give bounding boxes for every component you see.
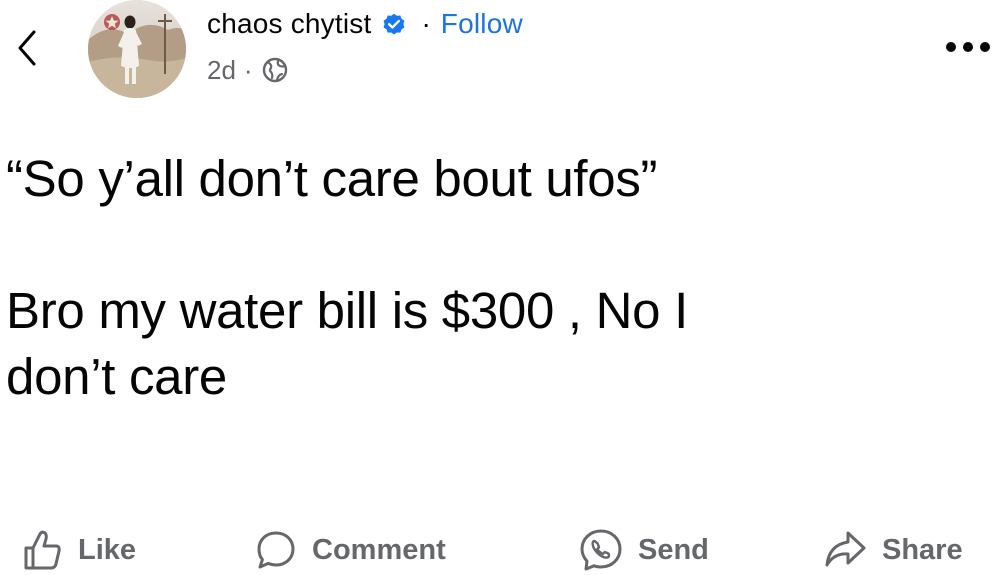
- follow-button[interactable]: Follow: [441, 8, 523, 40]
- avatar[interactable]: [88, 0, 186, 98]
- post-text-line: “So y’all don’t care bout ufos”: [6, 150, 658, 207]
- author-name[interactable]: chaos chytist: [207, 8, 371, 40]
- more-horizontal-icon-dot: [963, 42, 973, 52]
- post-meta: 2d ·: [207, 52, 289, 88]
- comment-label: Comment: [312, 533, 446, 566]
- post-view: chaos chytist · Follow 2d · “So y’all do…: [0, 0, 996, 575]
- post-text-gap: [6, 212, 986, 278]
- more-horizontal-icon-dot: [946, 42, 956, 52]
- post-text-line: don’t care: [6, 348, 227, 405]
- post-timestamp[interactable]: 2d: [207, 55, 236, 86]
- like-button[interactable]: Like: [20, 526, 136, 574]
- thumbs-up-icon: [20, 528, 64, 572]
- verified-badge-icon: [381, 11, 407, 37]
- separator-dot: ·: [421, 8, 431, 39]
- avatar-image: [88, 0, 186, 98]
- share-label: Share: [882, 533, 963, 566]
- send-label: Send: [638, 533, 709, 566]
- comment-button[interactable]: Comment: [254, 526, 446, 574]
- chevron-left-icon: [18, 30, 36, 66]
- globe-icon: [261, 56, 289, 84]
- comment-bubble-icon: [254, 528, 298, 572]
- author-row: chaos chytist · Follow: [207, 4, 523, 44]
- post-text-line: Bro my water bill is $300 , No I: [6, 282, 688, 339]
- meta-separator-dot: ·: [243, 54, 253, 85]
- messenger-icon: [578, 527, 624, 573]
- more-horizontal-icon-dot: [980, 42, 990, 52]
- share-arrow-icon: [822, 527, 868, 573]
- back-button[interactable]: [12, 28, 42, 68]
- share-button[interactable]: Share: [822, 526, 963, 574]
- more-options-button[interactable]: [946, 36, 990, 58]
- post-text: “So y’all don’t care bout ufos” Bro my w…: [6, 146, 986, 410]
- send-button[interactable]: Send: [578, 526, 709, 574]
- like-label: Like: [78, 533, 137, 566]
